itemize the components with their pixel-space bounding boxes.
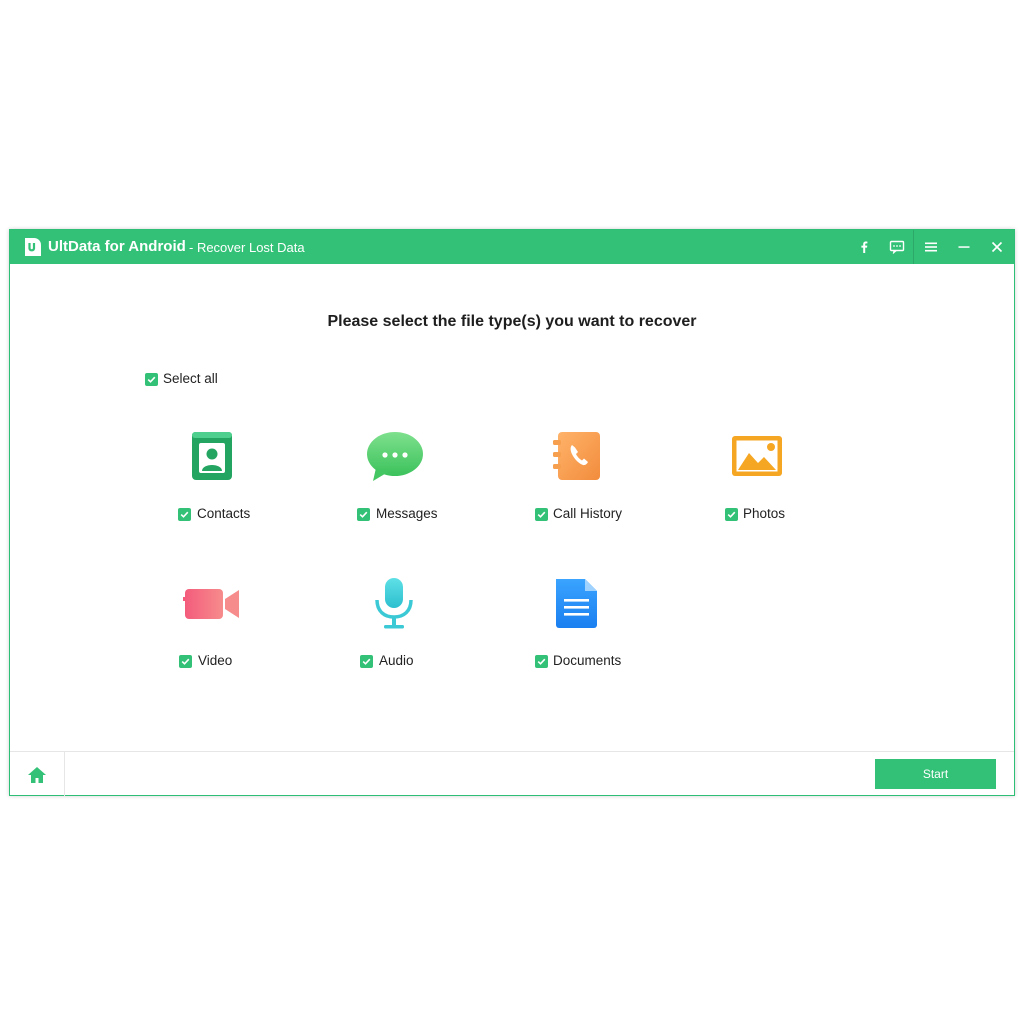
contacts-icon[interactable] [182,428,242,484]
checkmark-icon [147,376,156,383]
menu-button[interactable] [914,230,947,264]
feedback-button[interactable] [880,230,913,264]
start-button[interactable]: Start [875,759,996,789]
close-button[interactable] [980,230,1013,264]
messages-icon[interactable] [364,428,424,484]
checkmark-icon [727,511,736,518]
photos-icon[interactable] [727,428,787,484]
video-label[interactable]: Video [198,653,232,668]
close-icon [991,241,1002,253]
checkmark-icon [181,658,190,665]
feedback-icon [889,240,904,254]
call-history-icon[interactable] [547,428,607,484]
home-icon[interactable] [26,765,48,785]
menu-icon [924,242,937,252]
checkmark-icon [362,658,371,665]
checkmark-icon [537,511,546,518]
documents-icon[interactable] [547,575,607,631]
video-checkbox[interactable] [179,655,192,668]
audio-icon[interactable] [364,575,424,631]
messages-checkbox[interactable] [357,508,370,521]
contacts-checkbox[interactable] [178,508,191,521]
photos-checkbox[interactable] [725,508,738,521]
call-history-label[interactable]: Call History [553,506,622,521]
messages-label[interactable]: Messages [376,506,438,521]
facebook-icon [860,241,867,253]
minimize-button[interactable] [947,230,980,264]
audio-label[interactable]: Audio [379,653,414,668]
facebook-button[interactable] [847,230,880,264]
contacts-label[interactable]: Contacts [197,506,250,521]
footer-divider [10,751,1014,752]
app-logo-icon [25,238,41,256]
app-title: UltData for Android [48,238,186,255]
checkmark-icon [180,511,189,518]
video-icon[interactable] [182,575,242,631]
call-history-checkbox[interactable] [535,508,548,521]
documents-label[interactable]: Documents [553,653,621,668]
page-heading: Please select the file type(s) you want … [327,313,697,330]
title-bar: UltData for Android - Recover Lost Data [10,230,1014,264]
photos-label[interactable]: Photos [743,506,785,521]
select-all-checkbox[interactable] [145,373,158,386]
select-all-label[interactable]: Select all [163,371,218,386]
app-window: UltData for Android - Recover Lost Data [9,229,1015,796]
app-subtitle: - Recover Lost Data [189,240,305,255]
documents-checkbox[interactable] [535,655,548,668]
audio-checkbox[interactable] [360,655,373,668]
checkmark-icon [537,658,546,665]
footer-separator [64,751,65,796]
minimize-icon [958,246,969,248]
checkmark-icon [359,511,368,518]
